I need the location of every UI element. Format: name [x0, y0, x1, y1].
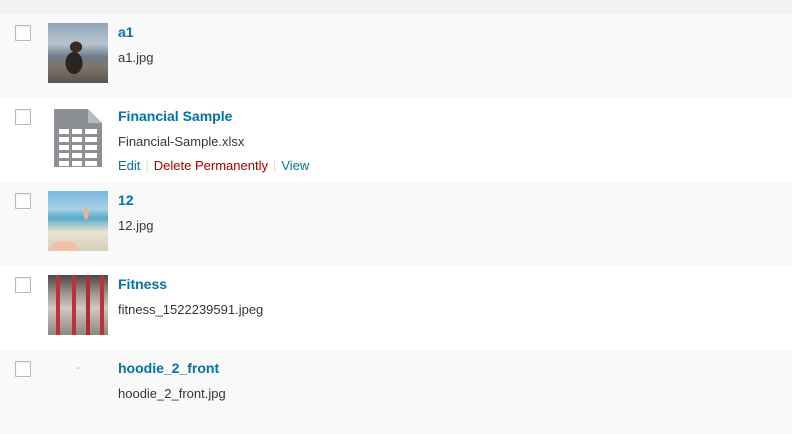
media-thumbnail[interactable]	[48, 23, 108, 83]
media-filename: 12.jpg	[118, 218, 154, 233]
media-filename: fitness_1522239591.jpeg	[118, 302, 264, 317]
media-row-12: 12 12.jpg	[0, 182, 792, 266]
separator: |	[145, 158, 149, 173]
media-filename: Financial-Sample.xlsx	[118, 134, 245, 149]
media-title[interactable]: Financial Sample	[118, 108, 232, 124]
media-thumbnail[interactable]	[48, 191, 108, 251]
media-title[interactable]: 12	[118, 192, 134, 208]
media-list: a1 a1.jpg Financial Sample Financial-Sam…	[0, 0, 792, 434]
media-row-financial-sample: Financial Sample Financial-Sample.xlsx E…	[0, 98, 792, 182]
select-checkbox[interactable]	[15, 277, 31, 293]
media-filename: a1.jpg	[118, 50, 154, 65]
separator: |	[272, 158, 277, 173]
media-title[interactable]: a1	[118, 24, 134, 40]
select-checkbox[interactable]	[15, 193, 31, 209]
delete-permanently-link[interactable]: Delete Permanently	[154, 158, 268, 173]
view-link[interactable]: View	[281, 158, 309, 173]
media-filename: hoodie_2_front.jpg	[118, 386, 226, 401]
media-thumbnail[interactable]	[48, 275, 108, 335]
media-title[interactable]: hoodie_2_front	[118, 360, 219, 376]
media-title[interactable]: Fitness	[118, 276, 167, 292]
select-checkbox[interactable]	[15, 361, 31, 377]
media-row-fitness: Fitness fitness_1522239591.jpeg	[0, 266, 792, 350]
select-checkbox[interactable]	[15, 25, 31, 41]
media-thumbnail[interactable]	[48, 359, 108, 419]
media-row-a1: a1 a1.jpg	[0, 14, 792, 98]
row-actions: Edit | Delete Permanently | View	[118, 158, 309, 173]
edit-link[interactable]: Edit	[118, 158, 140, 173]
spreadsheet-document-icon[interactable]	[48, 107, 108, 167]
media-row-hoodie-2-front: hoodie_2_front hoodie_2_front.jpg	[0, 350, 792, 434]
select-checkbox[interactable]	[15, 109, 31, 125]
